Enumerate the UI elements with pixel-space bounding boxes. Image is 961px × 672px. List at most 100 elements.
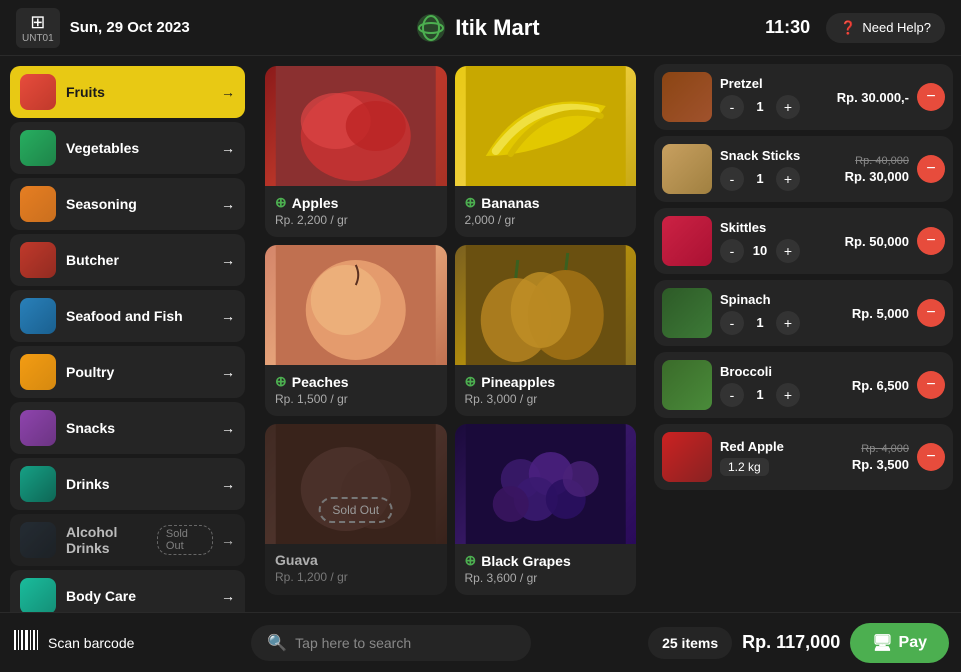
sidebar-arrow-alcohol: → [221,532,235,548]
product-card-black-grapes[interactable]: ⊕ Black Grapes Rp. 3,600 / gr [455,424,637,595]
product-card-guava[interactable]: Sold Out Guava Rp. 1,200 / gr [265,424,447,595]
sidebar-item-left-butcher: Butcher [20,242,119,278]
product-img-pineapples [455,245,637,365]
decrease-pretzel[interactable]: - [720,95,744,119]
sidebar-item-vegetables[interactable]: Vegetables → [10,122,245,174]
add-icon-bananas: ⊕ [465,194,477,211]
sidebar-thumb-seasoning [20,186,56,222]
decrease-snack-sticks[interactable]: - [720,167,744,191]
sold-out-badge-alcohol: Sold Out [157,525,213,555]
cart-info-snack-sticks: Snack Sticks - 1 + [720,148,837,191]
need-help-button[interactable]: ❓ Need Help? [826,13,945,43]
scan-barcode-area[interactable]: Scan barcode [12,626,134,660]
cart-name-pretzel: Pretzel [720,76,829,91]
cart-price-spinach: Rp. 5,000 [852,306,909,321]
product-card-bananas[interactable]: ⊕ Bananas 2,000 / gr [455,66,637,237]
unit-box: ⊞ UNT01 [16,8,60,48]
sidebar-label-seafood: Seafood and Fish [66,308,183,324]
product-img-bananas [455,66,637,186]
cart-area: Pretzel - 1 + Rp. 30.000,- − Snack Stick… [646,56,961,612]
cart-qty-spinach: 1 [750,315,770,330]
sidebar-item-bodycare[interactable]: Body Care → [10,570,245,612]
cart-controls-spinach: - 1 + [720,311,844,335]
product-price-bananas: 2,000 / gr [465,213,627,227]
items-count: 25 items [648,627,732,659]
cart-kg-badge-red-apple: 1.2 kg [720,458,769,476]
header-date: Sun, 29 Oct 2023 [70,19,190,36]
unit-icon: ⊞ [30,12,45,33]
sidebar-item-seasoning[interactable]: Seasoning → [10,178,245,230]
product-card-apples[interactable]: ⊕ Apples Rp. 2,200 / gr [265,66,447,237]
decrease-skittles[interactable]: - [720,239,744,263]
sidebar-item-fruits[interactable]: Fruits → [10,66,245,118]
cart-name-broccoli: Broccoli [720,364,844,379]
increase-spinach[interactable]: + [776,311,800,335]
cart-thumb-red-apple [662,432,712,482]
increase-pretzel[interactable]: + [776,95,800,119]
remove-skittles[interactable]: − [917,227,945,255]
cart-name-red-apple: Red Apple [720,439,844,454]
remove-red-apple[interactable]: − [917,443,945,471]
product-info-pineapples: ⊕ Pineapples Rp. 3,000 / gr [455,365,637,416]
sidebar-arrow-seasoning: → [221,196,235,212]
remove-snack-sticks[interactable]: − [917,155,945,183]
search-placeholder: Tap here to search [295,635,411,651]
product-info-guava: Guava Rp. 1,200 / gr [265,544,447,594]
decrease-broccoli[interactable]: - [720,383,744,407]
cart-item-skittles: Skittles - 10 + Rp. 50,000 − [654,208,953,274]
product-card-pineapples[interactable]: ⊕ Pineapples Rp. 3,000 / gr [455,245,637,416]
sidebar-item-poultry[interactable]: Poultry → [10,346,245,398]
cart-item-spinach: Spinach - 1 + Rp. 5,000 − [654,280,953,346]
sidebar-thumb-drinks [20,466,56,502]
search-bar[interactable]: 🔍 Tap here to search [251,625,531,661]
sidebar-thumb-snacks [20,410,56,446]
sidebar-label-bodycare: Body Care [66,588,136,604]
cart-qty-pretzel: 1 [750,99,770,114]
sidebar-arrow-poultry: → [221,364,235,380]
pay-button[interactable]: 🖥 Pay [850,623,949,663]
increase-skittles[interactable]: + [776,239,800,263]
sidebar-arrow-fruits: → [221,84,235,100]
unit-label: UNT01 [22,33,54,44]
product-img-grapes [455,424,637,544]
sidebar-item-snacks[interactable]: Snacks → [10,402,245,454]
need-help-label: Need Help? [862,20,931,35]
header-time: 11:30 [765,17,810,38]
remove-spinach[interactable]: − [917,299,945,327]
product-price-grapes: Rp. 3,600 / gr [465,571,627,585]
cart-qty-snack-sticks: 1 [750,171,770,186]
sidebar-item-seafood[interactable]: Seafood and Fish → [10,290,245,342]
sidebar: Fruits → Vegetables → Seasoning → Butche… [0,56,255,612]
sidebar-item-alcohol[interactable]: Alcohol Drinks Sold Out → [10,514,245,566]
cart-price-area-pretzel: Rp. 30.000,- [837,90,909,105]
product-name-pineapples: Pineapples [481,374,555,390]
cart-info-broccoli: Broccoli - 1 + [720,364,844,407]
sidebar-item-butcher[interactable]: Butcher → [10,234,245,286]
product-card-peaches[interactable]: ⊕ Peaches Rp. 1,500 / gr [265,245,447,416]
remove-pretzel[interactable]: − [917,83,945,111]
product-grid: ⊕ Apples Rp. 2,200 / gr ⊕ [265,66,636,595]
product-info-apples: ⊕ Apples Rp. 2,200 / gr [265,186,447,237]
add-icon-apples: ⊕ [275,194,287,211]
sidebar-item-left-snacks: Snacks [20,410,115,446]
sidebar-thumb-vegetables [20,130,56,166]
product-area: ⊕ Apples Rp. 2,200 / gr ⊕ [255,56,646,612]
product-name-row-grapes: ⊕ Black Grapes [465,552,627,569]
cart-controls-broccoli: - 1 + [720,383,844,407]
cart-price-area-red-apple: Rp. 4,000 Rp. 3,500 [852,443,909,472]
cart-price-area-broccoli: Rp. 6,500 [852,378,909,393]
increase-snack-sticks[interactable]: + [776,167,800,191]
cart-original-red-apple: Rp. 4,000 [861,443,909,455]
decrease-spinach[interactable]: - [720,311,744,335]
sidebar-item-drinks[interactable]: Drinks → [10,458,245,510]
remove-broccoli[interactable]: − [917,371,945,399]
cart-original-snack-sticks: Rp. 40,000 [855,155,909,167]
sidebar-arrow-vegetables: → [221,140,235,156]
cart-qty-broccoli: 1 [750,387,770,402]
cart-info-skittles: Skittles - 10 + [720,220,837,263]
increase-broccoli[interactable]: + [776,383,800,407]
product-price-peaches: Rp. 1,500 / gr [275,392,437,406]
cart-info-red-apple: Red Apple 1.2 kg [720,439,844,476]
cart-price-area-skittles: Rp. 50,000 [845,234,909,249]
pay-icon: 🖥 [872,633,892,653]
